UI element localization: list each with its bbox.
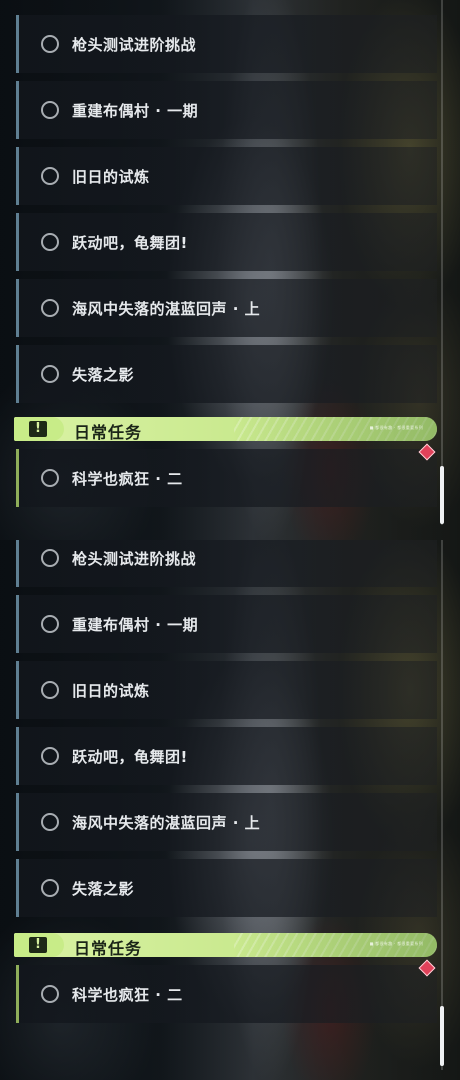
- quest-log-screen: 枪头测试进阶挑战 重建布偶村 · 一期 旧日的试炼 跃动吧，龟舞团! 海风中失落…: [0, 0, 460, 1080]
- quest-status-ring-icon: [41, 167, 59, 185]
- quest-item[interactable]: 枪头测试进阶挑战: [16, 540, 437, 587]
- quest-label: 失落之影: [72, 879, 135, 898]
- quest-item[interactable]: 旧日的试炼: [16, 147, 437, 205]
- quest-item[interactable]: 海风中失落的湛蓝回声 · 上: [16, 793, 437, 851]
- quest-status-ring-icon: [41, 299, 59, 317]
- quest-item[interactable]: 枪头测试进阶挑战: [16, 15, 437, 73]
- quest-status-ring-icon: [41, 365, 59, 383]
- quest-item[interactable]: 失落之影: [16, 859, 437, 917]
- quest-status-ring-icon: [41, 549, 59, 567]
- quest-label: 重建布偶村 · 一期: [72, 615, 199, 634]
- category-header-daily[interactable]: ! 日常任务 ■ 都很有趣 · 都很重要系列: [14, 933, 437, 958]
- quest-label: 科学也疯狂 · 二: [72, 985, 183, 1004]
- quest-item[interactable]: 跃动吧，龟舞团!: [16, 213, 437, 271]
- quest-status-ring-icon: [41, 233, 59, 251]
- quest-label: 旧日的试炼: [72, 681, 150, 700]
- quest-label: 枪头测试进阶挑战: [72, 35, 197, 54]
- category-header-daily[interactable]: ! 日常任务 ■ 都很有趣 · 都很重要系列: [14, 417, 437, 442]
- scrollbar-track[interactable]: [441, 540, 443, 1070]
- quest-label: 海风中失落的湛蓝回声 · 上: [72, 813, 261, 832]
- exclamation-icon: !: [29, 421, 47, 437]
- quest-status-ring-icon: [41, 813, 59, 831]
- quest-item[interactable]: 重建布偶村 · 一期: [16, 81, 437, 139]
- daily-quest-item[interactable]: 科学也疯狂 · 二: [16, 449, 437, 507]
- daily-quest-item[interactable]: 科学也疯狂 · 二: [16, 965, 437, 1023]
- quest-status-ring-icon: [41, 35, 59, 53]
- quest-item[interactable]: 失落之影: [16, 345, 437, 403]
- quest-label: 科学也疯狂 · 二: [72, 469, 183, 488]
- quest-label: 枪头测试进阶挑战: [72, 549, 197, 568]
- quest-panel-bottom: 枪头测试进阶挑战 重建布偶村 · 一期 旧日的试炼 跃动吧，龟舞团! 海风中失落…: [0, 540, 460, 1080]
- quest-panel-top: 枪头测试进阶挑战 重建布偶村 · 一期 旧日的试炼 跃动吧，龟舞团! 海风中失落…: [0, 0, 460, 540]
- scrollbar-thumb[interactable]: [440, 1006, 444, 1066]
- category-subtitle: ■ 都很有趣 · 都很重要系列: [369, 425, 423, 430]
- category-title: 日常任务: [74, 939, 143, 958]
- quest-status-ring-icon: [41, 615, 59, 633]
- quest-label: 重建布偶村 · 一期: [72, 101, 199, 120]
- quest-status-ring-icon: [41, 469, 59, 487]
- quest-label: 跃动吧，龟舞团!: [72, 747, 188, 766]
- quest-status-ring-icon: [41, 681, 59, 699]
- quest-status-ring-icon: [41, 985, 59, 1003]
- quest-item[interactable]: 旧日的试炼: [16, 661, 437, 719]
- scrollbar-thumb[interactable]: [440, 466, 444, 524]
- exclamation-icon: !: [29, 937, 47, 953]
- category-title: 日常任务: [74, 423, 143, 442]
- scrollbar-track[interactable]: [441, 0, 443, 525]
- quest-status-ring-icon: [41, 879, 59, 897]
- quest-label: 失落之影: [72, 365, 135, 384]
- quest-item[interactable]: 海风中失落的湛蓝回声 · 上: [16, 279, 437, 337]
- quest-label: 旧日的试炼: [72, 167, 150, 186]
- quest-status-ring-icon: [41, 101, 59, 119]
- quest-item[interactable]: 跃动吧，龟舞团!: [16, 727, 437, 785]
- quest-item[interactable]: 重建布偶村 · 一期: [16, 595, 437, 653]
- category-subtitle: ■ 都很有趣 · 都很重要系列: [369, 941, 423, 946]
- quest-label: 海风中失落的湛蓝回声 · 上: [72, 299, 261, 318]
- quest-label: 跃动吧，龟舞团!: [72, 233, 188, 252]
- quest-status-ring-icon: [41, 747, 59, 765]
